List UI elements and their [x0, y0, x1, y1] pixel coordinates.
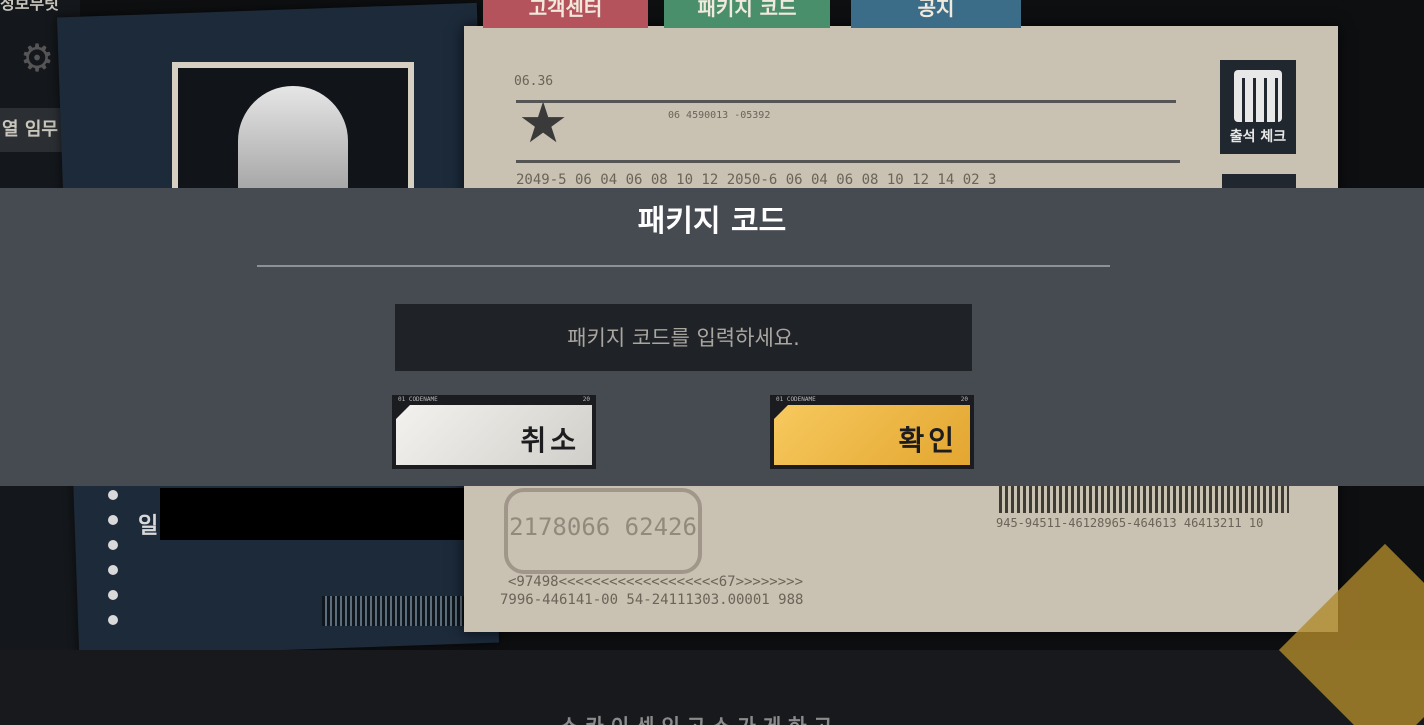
paper-stamp: 2178066 62426 [504, 488, 702, 574]
paper-mrz-1: <97498<<<<<<<<<<<<<<<<<<<67>>>>>>>> [508, 574, 804, 590]
button-tag: 01 CODENAME [776, 396, 816, 403]
tab-customer-center[interactable]: 고객센터 [483, 0, 648, 28]
cancel-button[interactable]: 01 CODENAME 20 취소 [392, 395, 596, 469]
tab-package-code[interactable]: 패키지 코드 [664, 0, 830, 28]
attendance-label: 출석 체크 [1229, 129, 1287, 145]
paper-mrz-2: 7996-446141-00 54-24111303.00001 988 [500, 592, 804, 608]
package-code-input[interactable] [395, 304, 972, 371]
paper-serial: 06 4590013 -05392 [668, 110, 771, 121]
star-icon: ★ [518, 91, 569, 156]
confirm-button[interactable]: 01 CODENAME 20 확인 [770, 395, 974, 469]
side-label: 일 [138, 514, 159, 539]
top-left-label: 정보부팃 [0, 0, 59, 13]
button-number: 20 [582, 396, 590, 403]
paper-number: 06.36 [514, 74, 554, 89]
button-tag: 01 CODENAME [398, 396, 438, 403]
tab-notice[interactable]: 공지 [851, 0, 1021, 28]
redacted-box [160, 488, 472, 540]
calendar-icon [1234, 70, 1282, 122]
paper-timeline: 2049-5 06 04 06 08 10 12 2050-6 06 04 06… [516, 172, 997, 188]
confirm-button-label: 확인 [898, 424, 958, 457]
left-barcode [322, 596, 464, 626]
paper-barcode-text: 945-94511-46128965-464613 46413211 10 [996, 516, 1264, 530]
button-number: 20 [960, 396, 968, 403]
dialog-divider [257, 265, 1110, 267]
cancel-button-label: 취소 [520, 424, 580, 457]
bottom-menu: 소 카 이 센 인 고 소 가 게 하 고 [560, 710, 832, 725]
card-holes [108, 490, 120, 640]
attendance-check-button[interactable]: 출석 체크 [1220, 60, 1296, 154]
dialog-title: 패키지 코드 [637, 204, 787, 239]
